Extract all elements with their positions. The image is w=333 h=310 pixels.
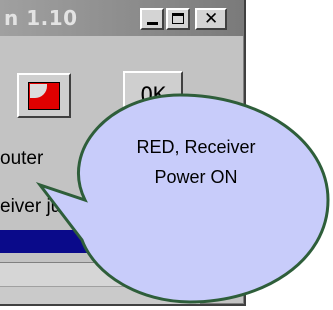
callout-bubble-shape — [35, 93, 330, 304]
callout-line-2: Power ON — [154, 167, 238, 187]
callout-text: RED, Receiver Power ON — [96, 132, 296, 192]
callout-line-1: RED, Receiver — [136, 137, 256, 157]
